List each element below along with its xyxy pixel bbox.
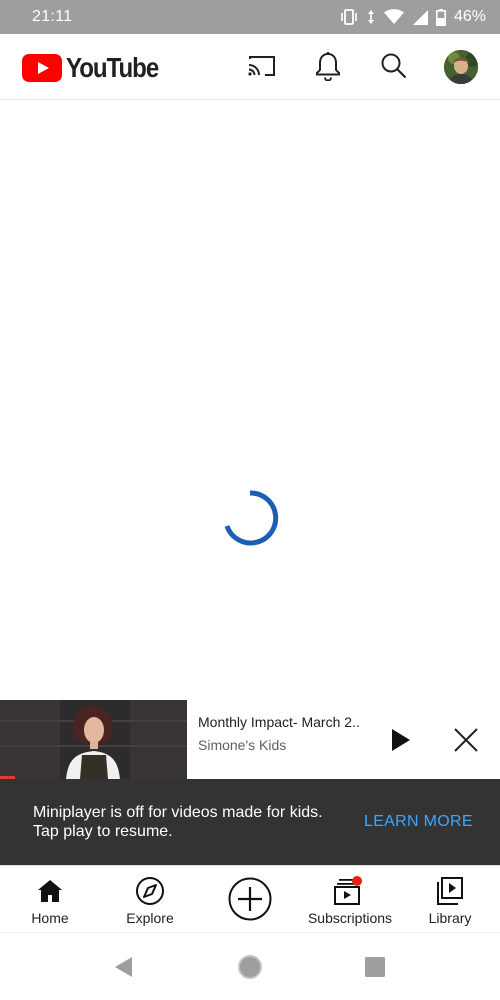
miniplayer-title[interactable]: Monthly Impact- March 2.. bbox=[198, 714, 360, 730]
status-bar: 21:11 46% bbox=[0, 0, 500, 34]
notification-dot bbox=[352, 876, 362, 886]
youtube-logo-icon bbox=[22, 54, 62, 82]
nav-home[interactable]: Home bbox=[10, 866, 90, 933]
cell-signal-icon bbox=[412, 9, 428, 25]
wifi-icon bbox=[383, 9, 404, 25]
play-icon[interactable] bbox=[386, 725, 416, 755]
youtube-app-screen: 21:11 46% YouTube Monthly Impact- March … bbox=[0, 0, 500, 1000]
miniplayer-channel[interactable]: Simone's Kids bbox=[198, 737, 286, 753]
nav-home-label: Home bbox=[31, 910, 69, 926]
nav-subscriptions[interactable]: Subscriptions bbox=[300, 866, 400, 933]
close-icon[interactable] bbox=[452, 726, 480, 754]
back-icon[interactable] bbox=[110, 953, 138, 981]
nav-explore[interactable]: Explore bbox=[110, 866, 190, 933]
create-plus-icon bbox=[228, 877, 272, 921]
nav-explore-label: Explore bbox=[126, 910, 174, 926]
bottom-nav: Home Explore Subscriptions Library bbox=[0, 865, 500, 932]
youtube-logo[interactable]: YouTube bbox=[22, 52, 173, 84]
nav-create[interactable] bbox=[220, 866, 280, 933]
loading-spinner bbox=[220, 488, 280, 553]
nav-library-label: Library bbox=[428, 910, 472, 926]
compass-icon bbox=[135, 876, 165, 906]
subscriptions-icon bbox=[333, 876, 367, 906]
search-icon[interactable] bbox=[376, 48, 412, 84]
status-icons: 46% bbox=[340, 8, 486, 26]
nav-library[interactable]: Library bbox=[410, 866, 490, 933]
learn-more-button[interactable]: LEARN MORE bbox=[364, 813, 473, 831]
library-icon bbox=[436, 876, 464, 906]
cast-icon[interactable] bbox=[243, 48, 279, 84]
youtube-logo-text: YouTube bbox=[66, 52, 159, 83]
data-arrows-icon bbox=[366, 9, 376, 25]
battery-icon bbox=[435, 8, 446, 26]
status-time: 21:11 bbox=[32, 8, 73, 25]
home-icon bbox=[37, 876, 63, 906]
nav-subscriptions-label: Subscriptions bbox=[307, 910, 393, 926]
system-nav-bar bbox=[0, 932, 500, 1000]
recents-icon[interactable] bbox=[361, 953, 389, 981]
app-bar: YouTube bbox=[0, 34, 500, 100]
avatar[interactable] bbox=[444, 50, 478, 84]
battery-percent: 46% bbox=[453, 8, 486, 25]
bell-icon[interactable] bbox=[310, 48, 346, 84]
vibrate-icon bbox=[340, 9, 358, 25]
miniplayer-thumbnail[interactable] bbox=[0, 700, 187, 779]
home-circle-icon[interactable] bbox=[236, 953, 264, 981]
snackbar-message: Miniplayer is off for videos made for ki… bbox=[33, 804, 323, 840]
